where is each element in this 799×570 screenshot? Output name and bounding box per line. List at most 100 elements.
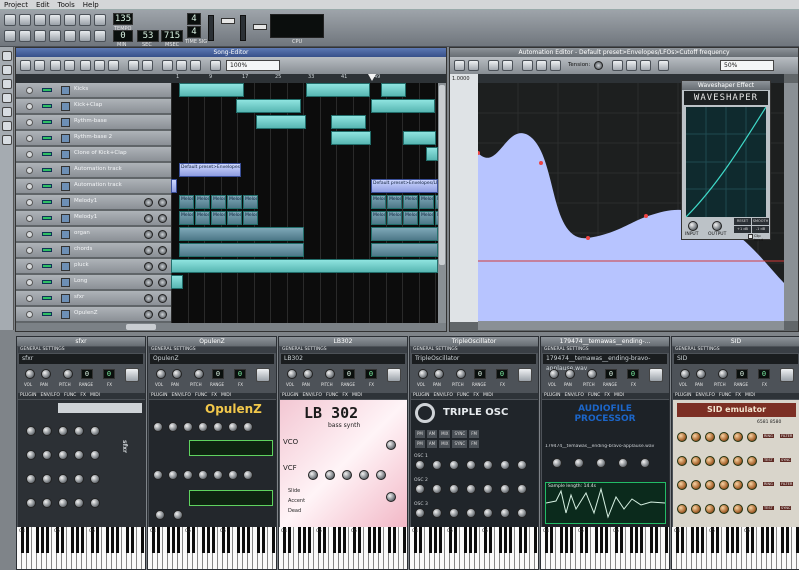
black-key[interactable] [559, 527, 563, 553]
pitch-knob[interactable] [63, 369, 73, 379]
osc-mod-button[interactable]: AM [426, 430, 438, 438]
synth-knob[interactable] [74, 450, 84, 460]
black-key[interactable] [690, 527, 694, 553]
track-row[interactable]: Kicks [16, 83, 171, 98]
draw-mode-icon[interactable] [128, 60, 139, 71]
my-home-icon[interactable] [2, 107, 12, 117]
track-volume-knob[interactable] [144, 262, 153, 271]
track-name[interactable]: Automation track [74, 166, 122, 172]
black-key[interactable] [468, 527, 472, 553]
tab-plugin[interactable]: PLUGIN [413, 393, 429, 399]
track-grip-icon[interactable] [26, 183, 33, 190]
track-volume-knob[interactable] [144, 294, 153, 303]
black-key[interactable] [357, 527, 361, 553]
tab-midi[interactable]: MIDI [483, 393, 493, 399]
tab-fx[interactable]: FX [473, 393, 479, 399]
waveform-display[interactable] [189, 490, 273, 506]
track-mute-led[interactable] [42, 168, 52, 172]
black-key[interactable] [488, 527, 492, 553]
synth-knob[interactable] [74, 426, 84, 436]
slide-knob[interactable] [386, 440, 396, 450]
synth-knob[interactable] [640, 458, 650, 468]
black-key[interactable] [156, 527, 160, 553]
volume-knob[interactable] [25, 369, 35, 379]
black-key[interactable] [473, 527, 477, 553]
synth-knob[interactable] [691, 432, 701, 442]
automation-pattern[interactable] [171, 179, 177, 193]
synth-knob[interactable] [733, 504, 743, 514]
discrete-progression-icon[interactable] [522, 60, 533, 71]
black-key[interactable] [271, 527, 275, 553]
track-grip-icon[interactable] [26, 199, 33, 206]
black-key[interactable] [629, 527, 633, 553]
pattern-block[interactable] [381, 83, 406, 97]
osc-mod-button[interactable]: PM [415, 430, 425, 438]
black-key[interactable] [680, 527, 684, 553]
edit-mode-icon[interactable] [142, 60, 153, 71]
black-key[interactable] [654, 527, 658, 553]
black-key[interactable] [342, 527, 346, 553]
save-project-icon[interactable] [64, 14, 76, 26]
master-pitch-handle[interactable] [253, 24, 267, 30]
osc-mod-button[interactable]: SYNC [452, 440, 468, 448]
synth-knob[interactable] [677, 480, 687, 490]
synth-knob[interactable] [26, 498, 36, 508]
synth-knob[interactable] [90, 474, 100, 484]
pattern-block[interactable] [171, 259, 438, 273]
track-volume-knob[interactable] [144, 198, 153, 207]
tab-plugin[interactable]: PLUGIN [544, 393, 560, 399]
black-key[interactable] [599, 527, 603, 553]
black-key[interactable] [60, 527, 64, 553]
black-key[interactable] [639, 527, 643, 553]
track-row[interactable]: OpulenZ [16, 307, 171, 322]
track-row[interactable]: Rythm-base 2 [16, 131, 171, 146]
black-key[interactable] [770, 527, 774, 553]
pitch-range-display[interactable]: 0 [605, 369, 617, 379]
automation-horizontal-scrollbar[interactable] [478, 321, 784, 330]
black-key[interactable] [261, 527, 265, 553]
play-icon[interactable] [20, 60, 31, 71]
controller-rack-icon[interactable] [79, 30, 91, 42]
black-key[interactable] [760, 527, 764, 553]
master-volume-handle[interactable] [221, 18, 235, 24]
computer-icon[interactable] [2, 135, 12, 145]
black-key[interactable] [533, 527, 537, 553]
save-preset-icon[interactable] [780, 368, 794, 382]
pattern-block[interactable] [256, 115, 306, 129]
slide-toggle-label[interactable]: Slide [288, 488, 300, 494]
osc-mod-button[interactable]: AM [426, 440, 438, 448]
black-key[interactable] [246, 527, 250, 553]
black-key[interactable] [45, 527, 49, 553]
synth-knob[interactable] [42, 498, 52, 508]
loop-points-icon[interactable] [176, 60, 187, 71]
black-key[interactable] [297, 527, 301, 553]
synth-knob[interactable] [74, 498, 84, 508]
track-pan-knob[interactable] [158, 262, 167, 271]
track-grip-icon[interactable] [26, 231, 33, 238]
song-vertical-scrollbar[interactable] [438, 83, 446, 323]
sid-voice-button[interactable]: RING [763, 434, 774, 438]
synth-knob[interactable] [58, 450, 68, 460]
stop-icon[interactable] [468, 60, 479, 71]
osc-mod-button[interactable]: SYNC [452, 430, 468, 438]
track-name[interactable]: Automation track [74, 182, 122, 188]
track-name[interactable]: Kicks [74, 86, 88, 92]
pan-knob[interactable] [696, 369, 706, 379]
synth-knob[interactable] [483, 484, 493, 494]
synth-knob[interactable] [500, 484, 510, 494]
erase-mode-icon[interactable] [502, 60, 513, 71]
synth-knob[interactable] [432, 508, 442, 518]
black-key[interactable] [80, 527, 84, 553]
stop-behaviour-icon[interactable] [190, 60, 201, 71]
track-grip-icon[interactable] [26, 263, 33, 270]
black-key[interactable] [201, 527, 205, 553]
synth-knob[interactable] [173, 510, 183, 520]
save-preset-icon[interactable] [125, 368, 139, 382]
black-key[interactable] [322, 527, 326, 553]
synth-knob[interactable] [42, 450, 52, 460]
track-row[interactable]: Automation track [16, 163, 171, 178]
black-key[interactable] [140, 527, 144, 553]
tab-midi[interactable]: MIDI [352, 393, 362, 399]
black-key[interactable] [110, 527, 114, 553]
track-row[interactable]: Automation track [16, 179, 171, 194]
